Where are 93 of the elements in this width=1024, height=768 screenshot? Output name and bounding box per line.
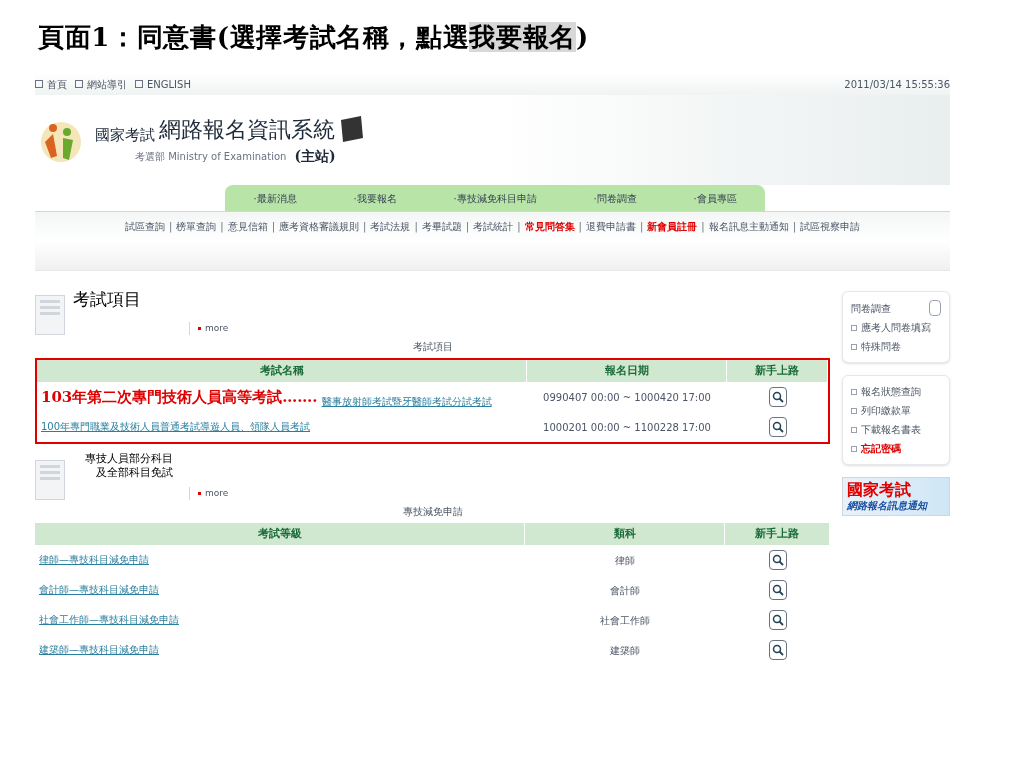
nav-link[interactable]: 試區視察申請 xyxy=(800,219,861,234)
link-bullet-icon xyxy=(75,80,83,88)
section-title: 專技人員部分科目 xyxy=(85,452,173,466)
table-cell-text: 0990407 00:00 ~ 1000420 17:00 xyxy=(543,390,711,405)
exam-link[interactable]: 會計師—專技科目減免申請 xyxy=(39,583,159,597)
separator: | xyxy=(638,220,645,234)
document-icon xyxy=(35,460,65,500)
separator: | xyxy=(700,220,706,234)
table-cell-text: 社會工作師 xyxy=(600,613,650,628)
separator: | xyxy=(413,220,419,234)
search-button[interactable] xyxy=(768,417,787,437)
search-button[interactable] xyxy=(768,640,787,660)
table-cell-text: 會計師 xyxy=(610,583,640,598)
site-label: (主站) xyxy=(294,147,336,166)
bullet-icon xyxy=(851,445,857,452)
top-link[interactable]: 首頁 xyxy=(47,76,67,92)
link-bullet-icon xyxy=(35,80,43,88)
separator: | xyxy=(219,220,225,234)
nav-link[interactable]: 試區查詢 xyxy=(124,219,165,234)
section-title: 及全部科目免試 xyxy=(96,465,173,480)
date-time: 2011/03/14 15:55:36 xyxy=(844,77,950,92)
bullet-icon xyxy=(851,407,857,414)
nav-tab[interactable]: ·我要報名 xyxy=(353,190,397,206)
nav-link[interactable]: 常見問答集 xyxy=(524,219,575,234)
nav-tab[interactable]: ·最新消息 xyxy=(253,190,297,206)
nav-link[interactable]: 考試統計 xyxy=(473,219,514,234)
side-link[interactable]: 列印繳款單 xyxy=(861,403,911,418)
nav-link[interactable]: 意見信箱 xyxy=(227,219,268,234)
column-header: 類科 xyxy=(525,523,725,545)
search-button[interactable] xyxy=(768,550,787,570)
search-button[interactable] xyxy=(768,580,787,600)
column-header: 新手上路 xyxy=(725,523,830,545)
top-link[interactable]: 網站導引 xyxy=(87,76,127,92)
separator: | xyxy=(577,220,583,234)
column-header: 新手上路 xyxy=(727,360,828,382)
side-link[interactable]: 下載報名書表 xyxy=(861,422,921,437)
table-caption: 專技減免申請 xyxy=(401,505,464,519)
nav-tab[interactable]: ·會員專區 xyxy=(693,190,737,206)
side-link[interactable]: 報名狀態查詢 xyxy=(861,384,921,399)
more-link[interactable]: more xyxy=(205,321,229,335)
separator: | xyxy=(516,220,522,234)
table-cell-text: 1000201 00:00 ~ 1100228 17:00 xyxy=(543,420,711,435)
nav-tab[interactable]: ·問卷調查 xyxy=(593,190,637,206)
nav-link[interactable]: 考試法規 xyxy=(370,219,411,234)
bullet-icon xyxy=(851,343,857,350)
nav-link[interactable]: 退費申請書 xyxy=(585,219,636,234)
nav-link[interactable]: 榜單查詢 xyxy=(176,219,217,234)
slide-title: 頁面1：同意書(選擇考試名稱，點選我要報名) xyxy=(38,21,590,54)
column-header: 考試名稱 xyxy=(37,360,527,382)
exam-link[interactable]: 建築師—專技科目減免申請 xyxy=(39,643,159,657)
table-cell-text: 律師 xyxy=(615,553,635,568)
separator: | xyxy=(464,220,471,234)
notification-banner[interactable]: 國家考試 網路報名訊息通知 xyxy=(842,477,950,516)
side-link[interactable]: 忘記密碼 xyxy=(861,441,901,456)
banner-subtitle: 網路報名訊息通知 xyxy=(847,500,929,513)
bullet-icon xyxy=(851,426,857,433)
nav-link[interactable]: 考畢試題 xyxy=(421,219,462,234)
logo-prefix: 國家考試 xyxy=(95,124,155,146)
exam-link[interactable]: 醫事放射師考試暨牙醫師考試分試考試 xyxy=(321,395,492,409)
nav-link[interactable]: 報名訊息主動通知 xyxy=(708,219,789,234)
top-link[interactable]: ENGLISH xyxy=(147,76,191,92)
nav-link[interactable]: 新會員註冊 xyxy=(647,219,698,234)
column-header: 考試等級 xyxy=(35,523,525,545)
side-link[interactable]: 特殊問卷 xyxy=(861,339,901,354)
section-title: 考試項目 xyxy=(73,288,142,311)
bullet-icon xyxy=(198,326,201,330)
ministry-name: 考選部 Ministry of Examination xyxy=(135,150,287,164)
logo-title: 網路報名資訊系統 xyxy=(159,116,335,144)
exam-link[interactable]: 社會工作師—專技科目減免申請 xyxy=(39,613,179,627)
page-icon xyxy=(929,300,941,316)
search-button[interactable] xyxy=(768,387,787,407)
column-header: 報名日期 xyxy=(527,360,727,382)
table-cell-text: 建築師 xyxy=(610,643,640,658)
separator: | xyxy=(270,220,277,234)
more-link[interactable]: more xyxy=(205,486,229,500)
table-caption: 考試項目 xyxy=(411,340,454,354)
side-link[interactable]: 應考人問卷填寫 xyxy=(861,320,931,335)
separator: | xyxy=(167,220,174,234)
bullet-icon xyxy=(851,324,857,331)
separator: | xyxy=(791,220,798,234)
bullet-icon xyxy=(851,388,857,395)
exam-link[interactable]: 律師—專技科目減免申請 xyxy=(39,553,149,567)
link-bullet-icon xyxy=(135,80,143,88)
document-icon xyxy=(35,295,65,335)
nav-link[interactable]: 應考資格審議規則 xyxy=(279,219,360,234)
exam-link[interactable]: 100年專門職業及技術人員普通考試導遊人員、領隊人員考試 xyxy=(41,420,311,434)
banner-title: 國家考試 xyxy=(847,480,912,500)
callout-text: 103年第二次專門技術人員高等考試……. xyxy=(41,386,318,408)
search-button[interactable] xyxy=(768,610,787,630)
separator: | xyxy=(362,220,368,234)
bullet-icon xyxy=(198,491,201,495)
panel-title: 問卷調查 xyxy=(851,301,891,316)
nav-tab[interactable]: ·專技減免科目申請 xyxy=(453,190,537,206)
